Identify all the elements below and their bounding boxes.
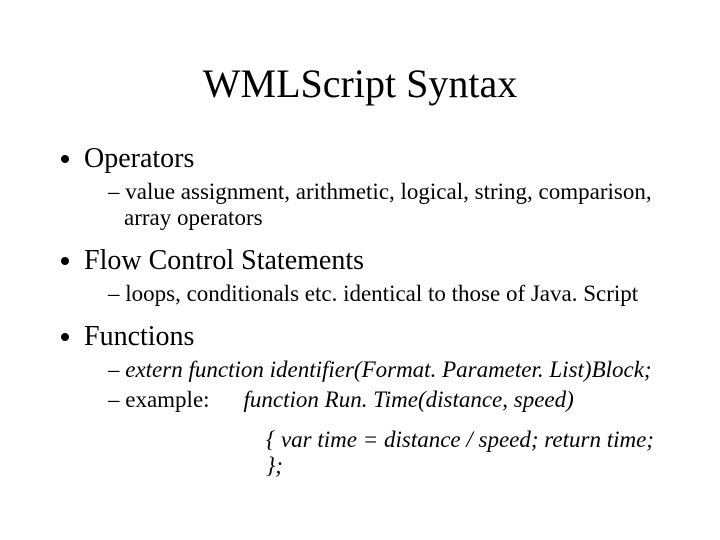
bullet-flow-sublist: loops, conditionals etc. identical to th…: [84, 281, 670, 307]
example-code-line2: { var time = distance / speed; return ti…: [266, 427, 670, 479]
bullet-flow-sub1: loops, conditionals etc. identical to th…: [108, 281, 670, 307]
slide-title: WMLScript Syntax: [50, 60, 670, 107]
slide: WMLScript Syntax Operators value assignm…: [0, 0, 720, 540]
bullet-functions-example: example: function Run. Time(distance, spe…: [108, 387, 670, 413]
bullet-operators-sublist: value assignment, arithmetic, logical, s…: [84, 179, 670, 231]
bullet-flow-label: Flow Control Statements: [84, 245, 364, 276]
bullet-operators-sub1: value assignment, arithmetic, logical, s…: [108, 179, 670, 231]
bullet-operators: Operators value assignment, arithmetic, …: [84, 143, 670, 231]
bullet-functions-label: Functions: [84, 321, 194, 352]
example-code-line1: function Run. Time(distance, speed): [244, 387, 574, 412]
bullet-operators-label: Operators: [84, 143, 194, 174]
bullet-functions: Functions extern function identifier(For…: [84, 321, 670, 479]
bullet-flow: Flow Control Statements loops, condition…: [84, 245, 670, 307]
bullet-functions-sublist: extern function identifier(Format. Param…: [84, 357, 670, 413]
bullet-list: Operators value assignment, arithmetic, …: [50, 143, 670, 479]
example-label: example:: [125, 387, 209, 412]
bullet-functions-sub1: extern function identifier(Format. Param…: [108, 357, 670, 383]
